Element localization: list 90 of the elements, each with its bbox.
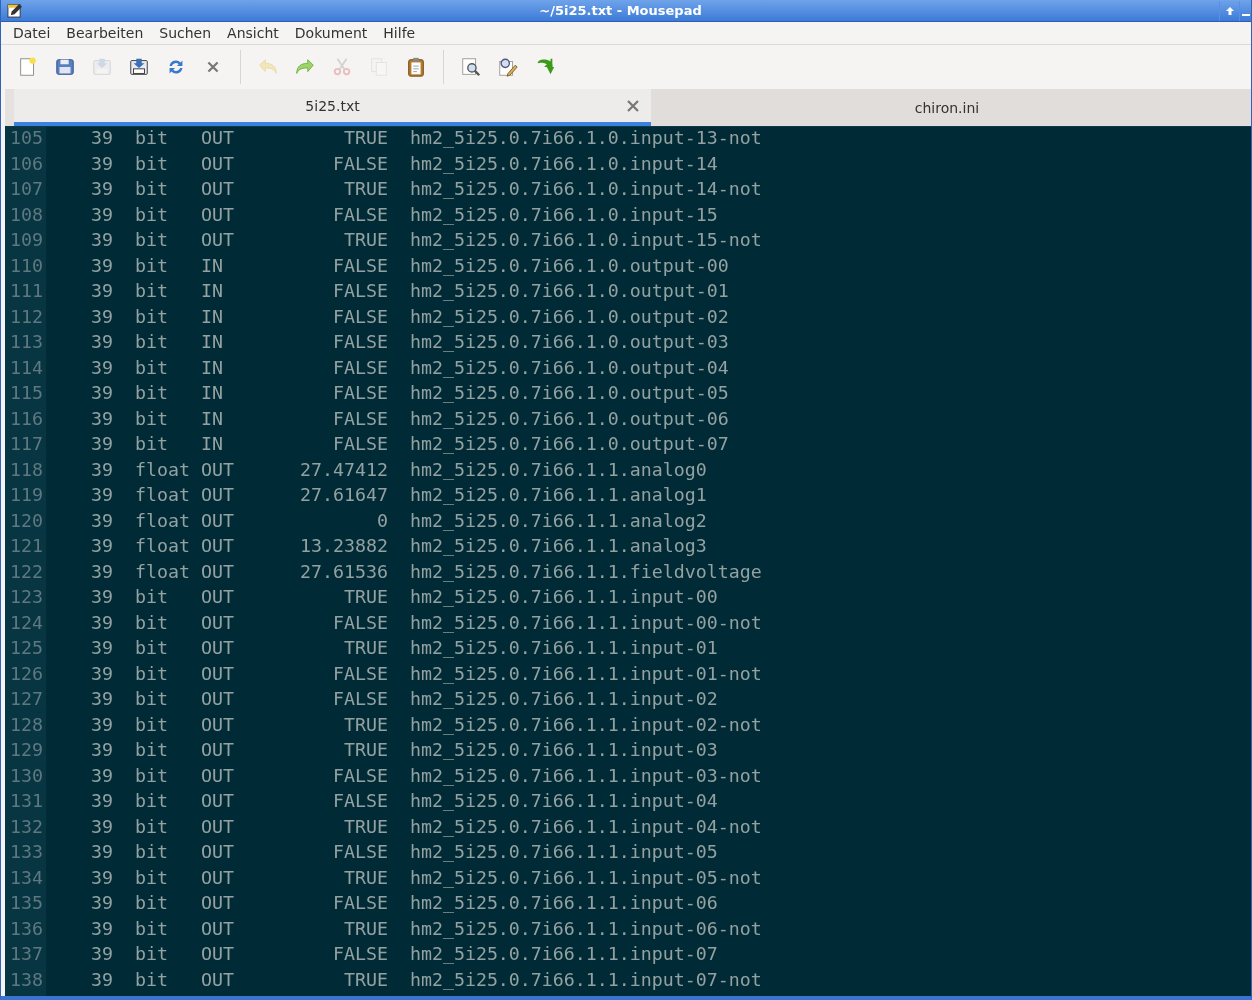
scissors-icon — [331, 56, 353, 78]
line-number: 119 — [9, 484, 44, 507]
line-number: 109 — [9, 229, 44, 252]
line-number: 122 — [9, 560, 44, 584]
new-document-icon — [17, 56, 39, 78]
line-number: 133 — [9, 841, 44, 864]
text-line: 39 bit OUT TRUE hm2_5i25.0.7i66.1.1.input-07-not — [90, 968, 762, 992]
text-line: 39 bit IN FALSE hm2_5i25.0.7i66.1.0.output-04 — [90, 356, 729, 380]
text-line: 39 bit OUT TRUE hm2_5i25.0.7i66.1.1.input-05-not — [90, 866, 762, 890]
up-arrow-icon — [1224, 5, 1235, 16]
line-number: 132 — [9, 815, 44, 839]
text-line: 39 bit OUT TRUE hm2_5i25.0.7i66.1.0.input-15-not — [90, 229, 762, 252]
text-line: 39 float OUT 27.47412 hm2_5i25.0.7i66.1.1.analog0 — [90, 458, 707, 482]
text-line: 39 bit OUT FALSE hm2_5i25.0.7i66.1.0.input-15 — [90, 203, 718, 227]
magnifier-document-icon — [460, 56, 482, 78]
text-line: 39 float OUT 0 hm2_5i25.0.7i66.1.1.analog2 — [90, 509, 707, 533]
line-number: 123 — [9, 586, 44, 609]
close-icon[interactable] — [627, 100, 639, 112]
line-number: 106 — [9, 152, 44, 176]
line-number: 118 — [9, 458, 44, 482]
minimize-button[interactable] — [1239, 0, 1251, 21]
line-number: 138 — [9, 968, 44, 992]
line-number: 105 — [9, 127, 44, 150]
line-number: 113 — [9, 331, 44, 354]
text-line: 39 bit OUT FALSE hm2_5i25.0.7i66.1.1.input-01-not — [90, 662, 762, 686]
text-line: 39 bit OUT FALSE hm2_5i25.0.7i66.1.1.input-03-not — [90, 764, 762, 788]
line-number: 137 — [9, 943, 44, 966]
text-line: 39 float OUT 27.61536 hm2_5i25.0.7i66.1.1.fieldvoltage — [90, 560, 762, 584]
minimize-icon — [1241, 13, 1250, 16]
text-line: 39 float OUT 13.23882 hm2_5i25.0.7i66.1.1.analog3 — [90, 535, 707, 558]
line-number: 115 — [9, 382, 44, 405]
find-replace-icon — [497, 56, 519, 78]
line-number: 116 — [9, 407, 44, 431]
menu-item[interactable]: Datei — [5, 25, 59, 41]
text-line: 39 bit OUT TRUE hm2_5i25.0.7i66.1.1.input-02-not — [90, 713, 762, 737]
clipboard-icon — [405, 56, 427, 78]
text-line: 39 bit OUT TRUE hm2_5i25.0.7i66.1.1.input-01 — [90, 637, 718, 660]
line-number: 121 — [9, 535, 44, 558]
line-number: 117 — [9, 433, 44, 456]
text-line: 39 bit OUT FALSE hm2_5i25.0.7i66.1.1.input-07 — [90, 943, 718, 966]
line-number: 125 — [9, 637, 44, 660]
line-number: 108 — [9, 203, 44, 227]
text-line: 39 bit OUT TRUE hm2_5i25.0.7i66.1.1.input-00 — [90, 586, 718, 609]
line-number: 128 — [9, 713, 44, 737]
document-tab[interactable]: 5i25.txt — [14, 89, 651, 126]
menu-item[interactable]: Ansicht — [219, 25, 287, 41]
floppy-icon — [54, 56, 76, 78]
text-line: 39 bit OUT FALSE hm2_5i25.0.7i66.1.1.input-04 — [90, 790, 718, 813]
text-line: 39 bit OUT TRUE hm2_5i25.0.7i66.1.0.input-14-not — [90, 178, 762, 201]
line-number: 112 — [9, 305, 44, 329]
text-line: 39 bit IN FALSE hm2_5i25.0.7i66.1.0.output-03 — [90, 331, 729, 354]
text-line: 39 bit IN FALSE hm2_5i25.0.7i66.1.0.output-07 — [90, 433, 729, 456]
text-line: 39 bit OUT FALSE hm2_5i25.0.7i66.1.1.input-02 — [90, 688, 718, 711]
text-line: 39 bit IN FALSE hm2_5i25.0.7i66.1.0.output-06 — [90, 407, 729, 431]
text-line: 39 bit OUT FALSE hm2_5i25.0.7i66.1.1.input-05 — [90, 841, 718, 864]
text-editor[interactable] — [5, 126, 1251, 996]
text-line: 39 bit OUT TRUE hm2_5i25.0.7i66.1.1.input-03 — [90, 739, 718, 762]
line-number: 131 — [9, 790, 44, 813]
text-line: 39 bit IN FALSE hm2_5i25.0.7i66.1.0.output-01 — [90, 280, 729, 303]
text-line: 39 bit OUT FALSE hm2_5i25.0.7i66.1.0.input-14 — [90, 152, 718, 176]
text-line: 39 bit IN FALSE hm2_5i25.0.7i66.1.0.output-05 — [90, 382, 729, 405]
line-number: 130 — [9, 764, 44, 788]
window-title: ~/5i25.txt - Mousepad — [538, 3, 703, 18]
text-line: 39 bit OUT TRUE hm2_5i25.0.7i66.1.1.input-04-not — [90, 815, 762, 839]
text-line: 39 bit OUT TRUE hm2_5i25.0.7i66.1.0.input-13-not — [90, 127, 762, 150]
line-number: 135 — [9, 892, 44, 915]
menu-item[interactable]: Bearbeiten — [58, 25, 152, 41]
line-number: 111 — [9, 280, 44, 303]
line-number: 127 — [9, 688, 44, 711]
floppy-arrow-icon — [91, 56, 113, 78]
line-number: 136 — [9, 917, 44, 941]
line-number: 129 — [9, 739, 44, 762]
line-number: 114 — [9, 356, 44, 380]
menu-item[interactable]: Dokument — [286, 25, 376, 41]
notepad-pencil-icon — [7, 3, 22, 18]
line-number: 107 — [9, 178, 44, 201]
text-line: 39 bit IN FALSE hm2_5i25.0.7i66.1.0.output-00 — [90, 254, 729, 278]
text-line: 39 float OUT 27.61647 hm2_5i25.0.7i66.1.1.analog1 — [90, 484, 707, 507]
menu-item[interactable]: Suchen — [151, 25, 220, 41]
text-line: 39 bit OUT FALSE hm2_5i25.0.7i66.1.1.input-00-not — [90, 611, 762, 635]
floppy-arrow-icon — [128, 56, 150, 78]
line-number: 124 — [9, 611, 44, 635]
text-line: 39 bit OUT TRUE hm2_5i25.0.7i66.1.1.input-06-not — [90, 917, 762, 941]
menu-item[interactable]: Hilfe — [375, 25, 424, 41]
text-line: 39 bit OUT FALSE hm2_5i25.0.7i66.1.1.input-06 — [90, 892, 718, 915]
line-number: 110 — [9, 254, 44, 278]
line-number: 126 — [9, 662, 44, 686]
text-line: 39 bit IN FALSE hm2_5i25.0.7i66.1.0.output-02 — [90, 305, 729, 329]
line-number: 134 — [9, 866, 44, 890]
line-number: 120 — [9, 509, 44, 533]
